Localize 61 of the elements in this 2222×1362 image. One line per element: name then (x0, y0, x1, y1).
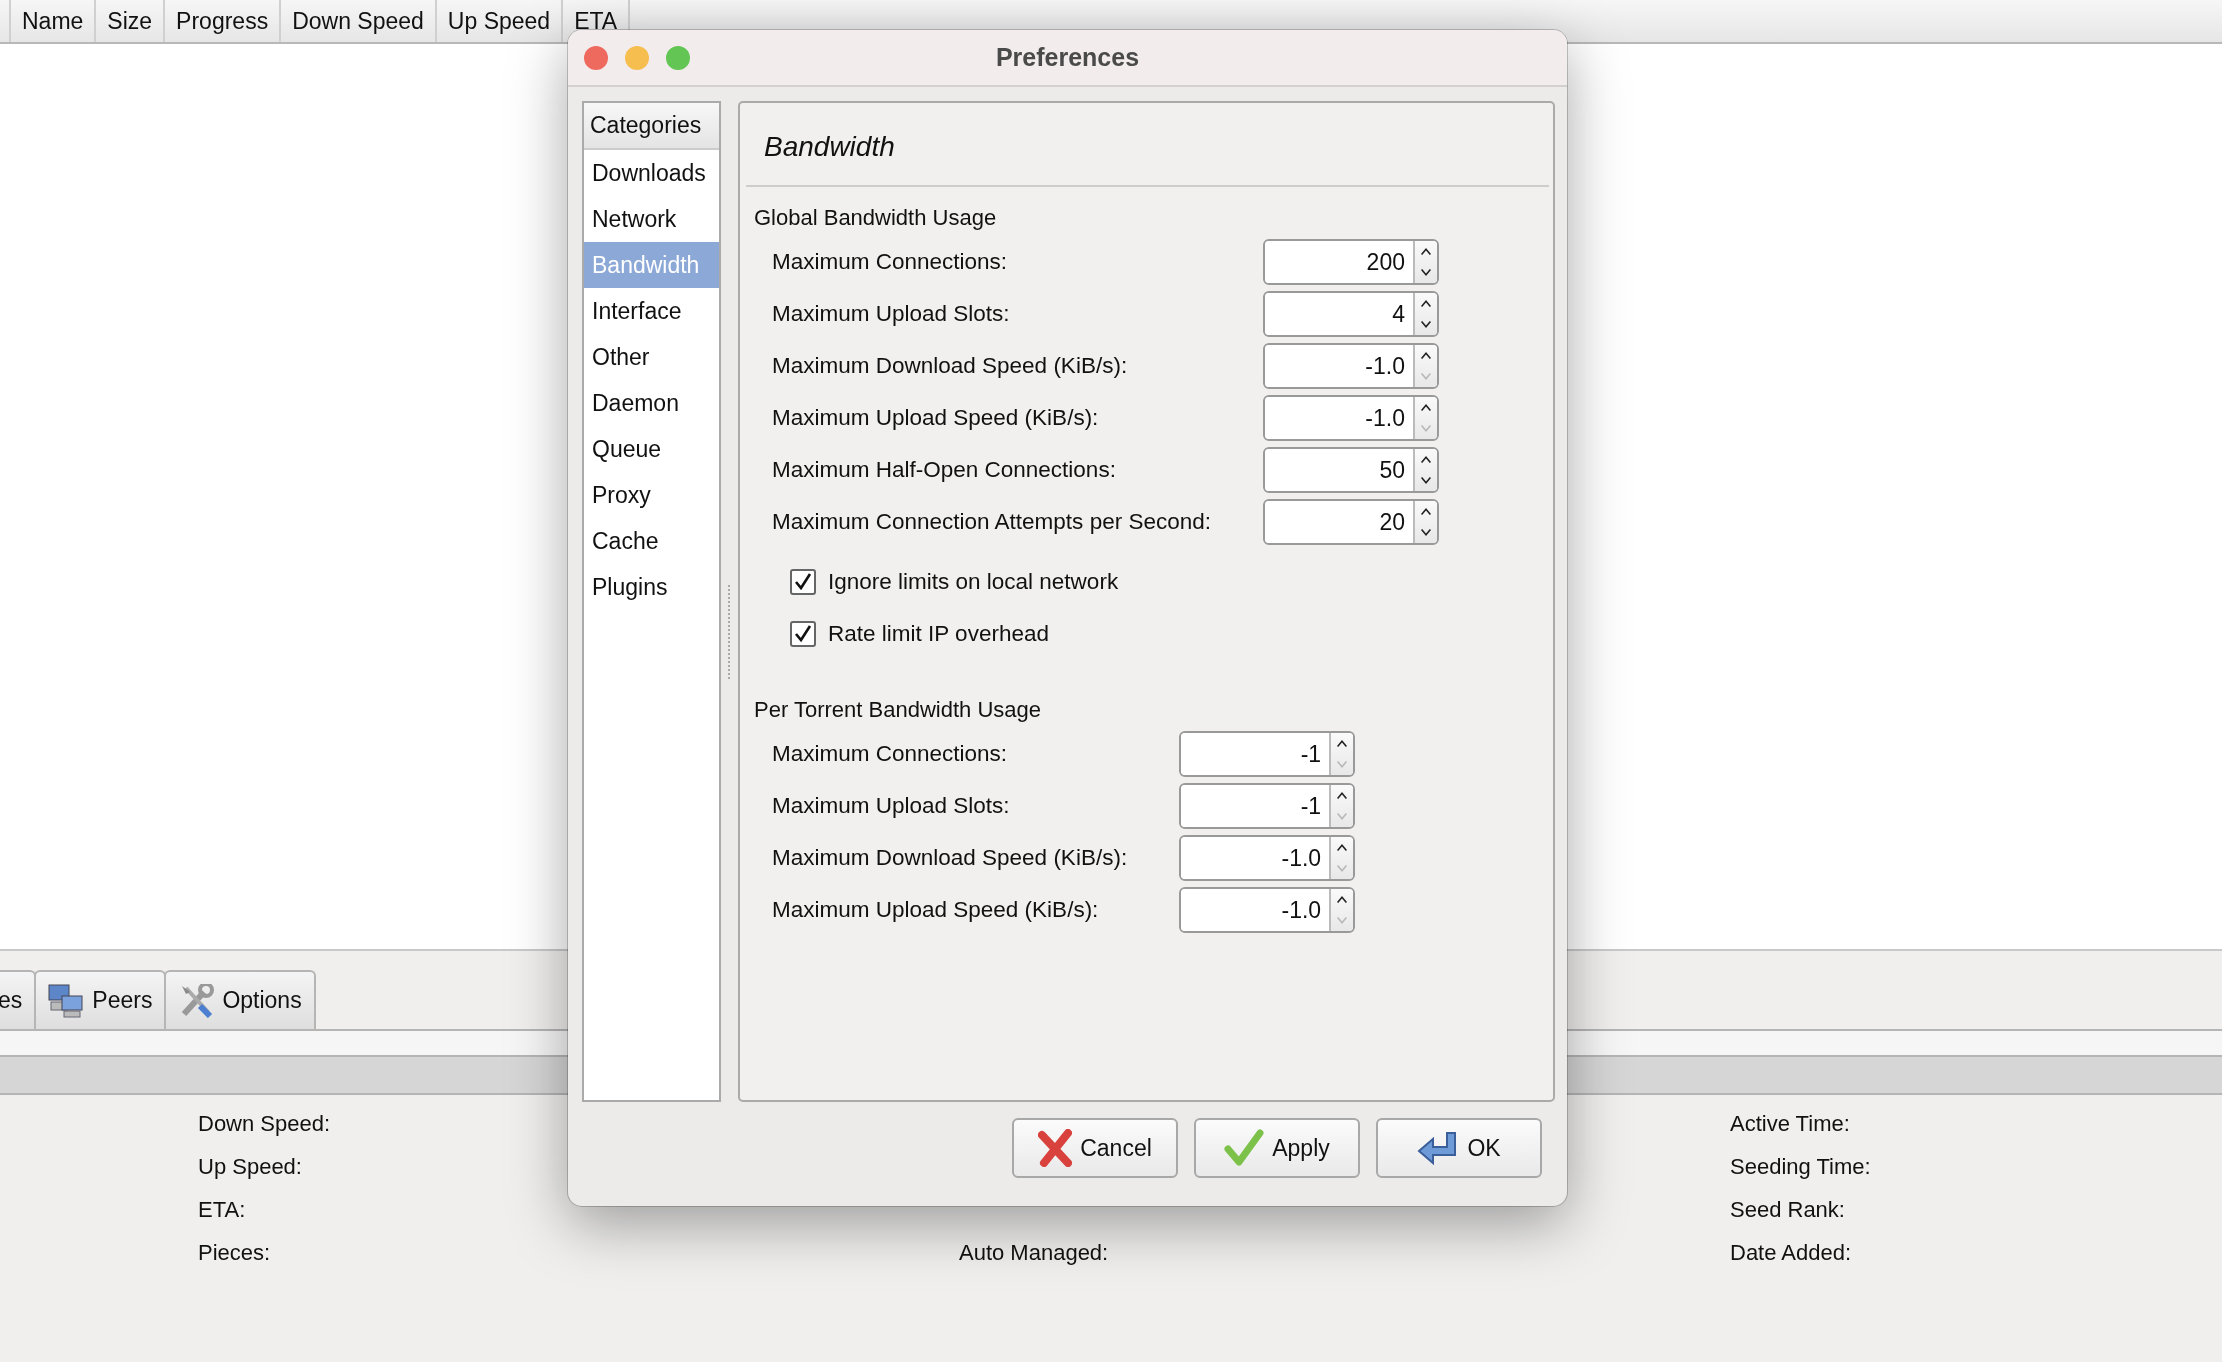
spin-box[interactable]: 20 (1262, 499, 1439, 545)
category-item[interactable]: Network (584, 196, 719, 242)
category-item[interactable]: Other (584, 334, 719, 380)
category-item[interactable]: Queue (584, 426, 719, 472)
category-item[interactable]: Daemon (584, 380, 719, 426)
field-label: Maximum Download Speed (KiB/s): (772, 353, 1129, 379)
cross-icon (1038, 1129, 1073, 1167)
category-item[interactable]: Proxy (584, 472, 719, 518)
category-item[interactable]: Cache (584, 518, 719, 564)
category-item[interactable]: Downloads (584, 150, 719, 196)
section-title: Per Torrent Bandwidth Usage (754, 697, 1041, 722)
detail-label: Seed Rank: (1730, 1197, 1846, 1224)
field-label: Maximum Connection Attempts per Second: (772, 509, 1211, 535)
detail-label: Up Speed: (198, 1154, 303, 1181)
detail-label: Date Added: (1730, 1240, 1853, 1267)
checkbox-label: Ignore limits on local network (828, 569, 1119, 595)
column-header[interactable]: Down Speed (281, 0, 437, 42)
spin-box[interactable]: -1.0 (1179, 835, 1356, 881)
spin-box[interactable]: -1.0 (1262, 395, 1439, 441)
field-label: Maximum Upload Speed (KiB/s): (772, 405, 1100, 431)
column-header[interactable]: Progress (165, 0, 282, 42)
category-item[interactable]: Interface (584, 288, 719, 334)
checkbox[interactable] (790, 569, 816, 595)
tab[interactable]: Peers (34, 970, 167, 1029)
field-label: Maximum Half-Open Connections: (772, 457, 1117, 483)
detail-label: Seeding Time: (1730, 1154, 1872, 1181)
detail-label: Active Time: (1730, 1111, 1851, 1138)
page-title: Bandwidth (764, 131, 895, 162)
spin-box[interactable]: -1.0 (1179, 887, 1356, 933)
field-label: Maximum Upload Slots: (772, 301, 1011, 327)
tab[interactable]: Options (164, 970, 316, 1029)
category-item[interactable]: Plugins (584, 564, 719, 610)
detail-label: ETA: (198, 1197, 247, 1224)
apply-button[interactable]: Apply (1194, 1118, 1360, 1178)
spin-box[interactable]: 200 (1262, 239, 1439, 285)
window-title: Preferences (995, 43, 1140, 71)
column-header[interactable]: Up Speed (436, 0, 564, 42)
section-title: Global Bandwidth Usage (754, 205, 997, 230)
field-label: Maximum Connections: (772, 249, 1009, 275)
cancel-button[interactable]: Cancel (1012, 1118, 1178, 1178)
close-icon[interactable] (584, 45, 608, 70)
list-header: Categories (584, 103, 719, 150)
detail-label: Pieces: (198, 1240, 272, 1267)
column-header[interactable]: Name (11, 0, 97, 42)
detail-label: Auto Managed: (959, 1240, 1110, 1267)
spin-box[interactable]: 50 (1262, 447, 1439, 493)
field-label: Maximum Download Speed (KiB/s): (772, 845, 1128, 871)
spin-box[interactable]: -1 (1179, 783, 1356, 829)
computers-icon (48, 983, 85, 1018)
checkbox[interactable] (790, 621, 816, 647)
ok-button[interactable]: OK (1376, 1118, 1542, 1178)
spin-box[interactable]: -1 (1179, 731, 1356, 777)
spin-box[interactable]: -1.0 (1262, 343, 1439, 389)
field-label: Maximum Upload Slots: (772, 793, 1011, 819)
detail-label: Down Speed: (198, 1111, 332, 1138)
field-label: Maximum Connections: (772, 741, 1009, 767)
spin-box[interactable]: 4 (1262, 291, 1439, 337)
checkbox-label: Rate limit IP overhead (828, 621, 1049, 647)
checkmark-icon (1224, 1129, 1265, 1167)
field-label: Maximum Upload Speed (KiB/s): (772, 897, 1100, 923)
column-header[interactable]: Size (96, 0, 166, 42)
